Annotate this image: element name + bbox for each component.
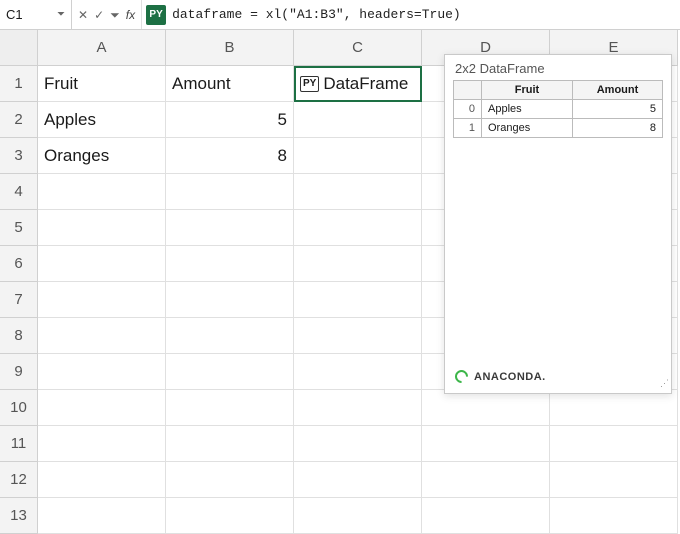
row-header-5[interactable]: 5 [0,210,38,246]
anaconda-brand-text: ANACONDA. [474,371,546,383]
preview-row: 0 Apples 5 [454,100,663,119]
preview-col-amount: Amount [573,81,663,100]
cell-B8[interactable] [166,318,294,354]
cell-C4[interactable] [294,174,422,210]
cell-B1[interactable]: Amount [166,66,294,102]
cell-B3[interactable]: 8 [166,138,294,174]
column-header-B[interactable]: B [166,30,294,66]
preview-col-fruit: Fruit [482,81,573,100]
preview-index-header [454,81,482,100]
cell-B9[interactable] [166,354,294,390]
fx-dropdown-icon[interactable]: ⏷ [110,9,120,21]
name-box[interactable]: C1 ⏷ [0,0,72,29]
cell-A3[interactable]: Oranges [38,138,166,174]
anaconda-logo-icon [452,367,470,385]
cell-C13[interactable] [294,498,422,534]
cell-A13[interactable] [38,498,166,534]
cell-B7[interactable] [166,282,294,318]
cell-C7[interactable] [294,282,422,318]
preview-table: Fruit Amount 0 Apples 5 1 Oranges 8 [453,80,663,138]
cell-E11[interactable] [550,426,678,462]
cell-C8[interactable] [294,318,422,354]
cell-E10[interactable] [550,390,678,426]
row-header-6[interactable]: 6 [0,246,38,282]
fx-label[interactable]: fx [126,9,135,21]
cell-B5[interactable] [166,210,294,246]
dataframe-preview-popover: 2x2 DataFrame Fruit Amount 0 Apples 5 1 … [444,54,672,394]
cell-B10[interactable] [166,390,294,426]
cell-A1[interactable]: Fruit [38,66,166,102]
cell-C9[interactable] [294,354,422,390]
cell-text-C1: DataFrame [323,74,408,94]
formula-controls: ✕ ✓ ⏷ fx [72,0,142,29]
cell-A5[interactable] [38,210,166,246]
select-all-corner[interactable] [0,30,38,66]
confirm-icon[interactable]: ✓ [94,9,104,21]
cell-C12[interactable] [294,462,422,498]
cell-A2[interactable]: Apples [38,102,166,138]
cell-A10[interactable] [38,390,166,426]
cell-B4[interactable] [166,174,294,210]
cell-A11[interactable] [38,426,166,462]
resize-handle-icon[interactable]: ⋰ [659,381,669,391]
cell-D11[interactable] [422,426,550,462]
cell-E13[interactable] [550,498,678,534]
preview-row: 1 Oranges 8 [454,119,663,138]
chevron-down-icon[interactable]: ⏷ [57,9,65,20]
cell-A6[interactable] [38,246,166,282]
row-header-1[interactable]: 1 [0,66,38,102]
row-header-12[interactable]: 12 [0,462,38,498]
cell-D13[interactable] [422,498,550,534]
python-cell-badge-icon: PY [300,76,319,92]
row-header-3[interactable]: 3 [0,138,38,174]
cell-C5[interactable] [294,210,422,246]
cell-B13[interactable] [166,498,294,534]
row-header-13[interactable]: 13 [0,498,38,534]
cell-C1[interactable]: PYDataFrame [294,66,422,102]
row-header-8[interactable]: 8 [0,318,38,354]
cell-D12[interactable] [422,462,550,498]
python-badge-icon: PY [146,5,166,25]
row-header-7[interactable]: 7 [0,282,38,318]
cell-B2[interactable]: 5 [166,102,294,138]
row-header-9[interactable]: 9 [0,354,38,390]
row-header-2[interactable]: 2 [0,102,38,138]
cell-A8[interactable] [38,318,166,354]
row-header-4[interactable]: 4 [0,174,38,210]
cell-C11[interactable] [294,426,422,462]
column-header-A[interactable]: A [38,30,166,66]
cell-B6[interactable] [166,246,294,282]
row-header-10[interactable]: 10 [0,390,38,426]
cell-B11[interactable] [166,426,294,462]
cell-B12[interactable] [166,462,294,498]
cell-C10[interactable] [294,390,422,426]
cell-C2[interactable] [294,102,422,138]
cell-D10[interactable] [422,390,550,426]
popover-title: 2x2 DataFrame [445,55,671,80]
column-header-C[interactable]: C [294,30,422,66]
active-cell-ref: C1 [6,7,23,22]
formula-bar: C1 ⏷ ✕ ✓ ⏷ fx PY dataframe = xl("A1:B3",… [0,0,680,30]
cell-C6[interactable] [294,246,422,282]
cell-E12[interactable] [550,462,678,498]
formula-input[interactable]: dataframe = xl("A1:B3", headers=True) [166,7,680,22]
cell-A12[interactable] [38,462,166,498]
cell-A9[interactable] [38,354,166,390]
popover-footer: ANACONDA. [445,360,671,393]
cell-A7[interactable] [38,282,166,318]
row-header-11[interactable]: 11 [0,426,38,462]
cell-A4[interactable] [38,174,166,210]
cancel-icon[interactable]: ✕ [78,9,88,21]
cell-C3[interactable] [294,138,422,174]
